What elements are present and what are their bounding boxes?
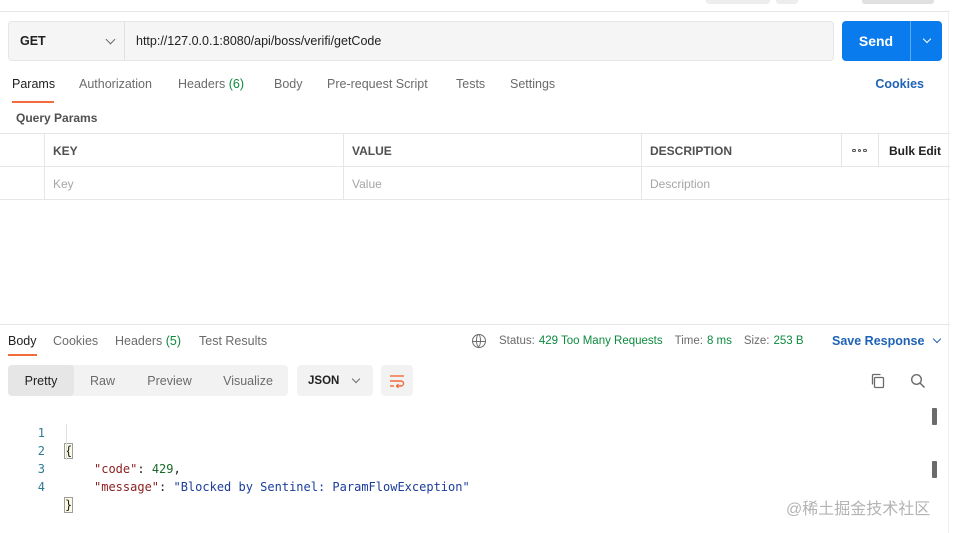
more-options-button[interactable] xyxy=(841,134,879,167)
url-input[interactable]: http://127.0.0.1:8080/api/boss/verifi/ge… xyxy=(125,34,381,48)
more-dots-icon xyxy=(852,148,867,153)
json-close-brace: } xyxy=(64,497,74,513)
mode-raw[interactable]: Raw xyxy=(74,365,131,396)
time-value[interactable]: 8 ms xyxy=(707,335,732,347)
tab-pre-request-script[interactable]: Pre-request Script xyxy=(327,77,428,91)
globe-icon[interactable] xyxy=(472,334,486,348)
json-value-code: 429 xyxy=(151,462,174,476)
tab-body[interactable]: Body xyxy=(274,77,303,91)
tab-headers[interactable]: Headers (6) xyxy=(178,77,244,91)
json-value-message: "Blocked by Sentinel: ParamFlowException… xyxy=(173,480,470,494)
chevron-down-icon xyxy=(105,34,116,44)
table-row: Key Value Description xyxy=(0,167,950,200)
chevron-down-icon xyxy=(352,374,361,383)
response-status-bar: Status: 429 Too Many Requests Time: 8 ms… xyxy=(472,334,804,348)
code-line: 3 "message": "Blocked by Sentinel: Param… xyxy=(0,442,470,494)
row-checkbox-cell xyxy=(0,167,45,200)
send-options-dropdown[interactable] xyxy=(911,34,942,44)
json-key-code: "code" xyxy=(94,462,138,476)
indent-guide xyxy=(66,424,67,460)
response-tab-headers[interactable]: Headers (5) xyxy=(115,334,181,348)
query-params-title: Query Params xyxy=(16,111,98,125)
time-label: Time: xyxy=(674,335,703,347)
tab-params[interactable]: Params xyxy=(12,77,55,91)
tab-headers-label: Headers xyxy=(178,77,226,91)
toolbar-button-stub[interactable] xyxy=(862,0,934,4)
status-value[interactable]: 429 Too Many Requests xyxy=(539,335,663,347)
response-body-editor[interactable]: 1 { 2 "code": 429, 3 "message": "Blocked… xyxy=(0,406,940,513)
code-line: 4 } xyxy=(0,460,74,513)
checkbox-column-header xyxy=(0,134,45,167)
description-input[interactable]: Description xyxy=(641,167,950,200)
cookies-link[interactable]: Cookies xyxy=(875,77,924,91)
size-label: Size: xyxy=(743,335,770,347)
send-button[interactable]: Send xyxy=(842,21,942,61)
response-divider[interactable] xyxy=(0,324,950,325)
watermark: @稀土掘金技术社区 xyxy=(786,501,931,518)
line-number: 4 xyxy=(37,480,45,494)
active-response-tab-indicator xyxy=(8,354,37,356)
toolbar-button-stub[interactable] xyxy=(776,0,798,4)
chevron-down-icon xyxy=(933,334,942,344)
scrollbar-marker[interactable] xyxy=(932,408,937,425)
language-select[interactable]: JSON xyxy=(297,365,373,396)
search-icon[interactable] xyxy=(910,373,926,389)
tab-headers-count: (6) xyxy=(228,77,245,91)
column-header-value: VALUE xyxy=(343,134,642,167)
chevron-down-icon xyxy=(922,34,931,44)
request-tabs: Params Authorization Headers (6) Body Pr… xyxy=(0,70,950,103)
mode-visualize[interactable]: Visualize xyxy=(208,365,288,396)
method-label: GET xyxy=(20,34,46,48)
json-key-message: "message" xyxy=(94,480,160,494)
size-value[interactable]: 253 B xyxy=(773,335,803,347)
language-select-label: JSON xyxy=(308,374,340,387)
code-line: 2 "code": 429, xyxy=(0,424,181,476)
response-tab-test-results[interactable]: Test Results xyxy=(199,334,267,348)
response-tab-headers-label: Headers xyxy=(115,334,163,348)
body-view-mode-switch: Pretty Raw Preview Visualize xyxy=(8,365,288,396)
send-button-label: Send xyxy=(858,33,894,49)
wrap-lines-button[interactable] xyxy=(381,365,413,396)
tab-tests[interactable]: Tests xyxy=(456,77,485,91)
response-tab-cookies[interactable]: Cookies xyxy=(53,334,98,348)
code-line: 1 { xyxy=(0,406,74,459)
save-response-label: Save Response xyxy=(832,334,925,348)
copy-icon[interactable] xyxy=(870,373,886,389)
key-input[interactable]: Key xyxy=(44,167,344,200)
tab-settings[interactable]: Settings xyxy=(510,77,555,91)
wrap-lines-icon xyxy=(390,374,405,388)
scrollbar-marker[interactable] xyxy=(932,461,937,478)
active-tab-indicator xyxy=(12,101,54,103)
response-tabs: Body Cookies Headers (5) Test Results St… xyxy=(0,326,950,356)
response-tab-headers-count: (5) xyxy=(165,334,182,348)
top-toolbar-strip xyxy=(0,0,950,12)
mode-preview[interactable]: Preview xyxy=(131,365,208,396)
table-header-row: KEY VALUE DESCRIPTION Bulk Edit xyxy=(0,134,950,167)
method-select[interactable]: GET xyxy=(9,22,125,60)
value-input[interactable]: Value xyxy=(343,167,642,200)
column-header-description: DESCRIPTION xyxy=(641,134,842,167)
query-params-table: KEY VALUE DESCRIPTION Bulk Edit Key Valu… xyxy=(0,133,950,200)
tab-authorization[interactable]: Authorization xyxy=(79,77,152,91)
toolbar-button-stub[interactable] xyxy=(706,0,770,4)
save-response-button[interactable]: Save Response xyxy=(832,334,942,348)
status-label: Status: xyxy=(499,335,535,347)
request-bar: GET http://127.0.0.1:8080/api/boss/verif… xyxy=(8,21,834,61)
bulk-edit-button[interactable]: Bulk Edit xyxy=(878,134,950,167)
response-tab-body[interactable]: Body xyxy=(8,334,37,348)
mode-pretty[interactable]: Pretty xyxy=(8,365,74,396)
column-header-key: KEY xyxy=(44,134,344,167)
